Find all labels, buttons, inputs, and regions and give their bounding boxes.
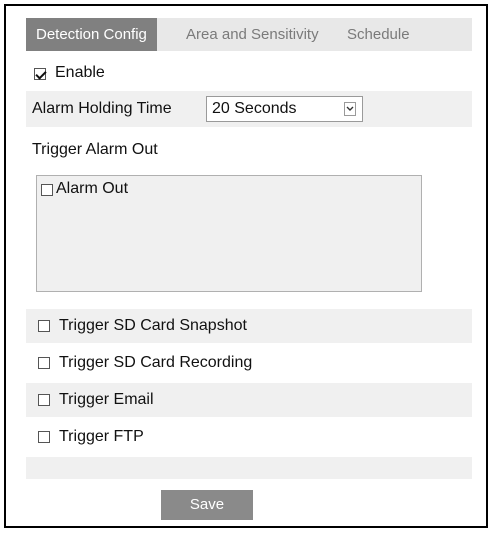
enable-label: Enable <box>55 64 105 81</box>
trigger-alarm-out-row: Trigger Alarm Out <box>26 136 472 164</box>
alarm-out-checkbox[interactable] <box>41 184 53 196</box>
save-button[interactable]: Save <box>161 490 253 520</box>
trigger-sd-recording-label: Trigger SD Card Recording <box>59 354 253 371</box>
tab-bar: Detection Config Area and Sensitivity Sc… <box>26 18 472 51</box>
trigger-email-row: Trigger Email <box>26 383 472 417</box>
alarm-holding-time-value: 20 Seconds <box>212 100 297 117</box>
trigger-email-label: Trigger Email <box>59 391 154 408</box>
tab-schedule[interactable]: Schedule <box>347 18 410 51</box>
trigger-email-checkbox[interactable] <box>38 394 50 406</box>
alarm-out-label: Alarm Out <box>56 180 129 197</box>
alarm-holding-time-select[interactable]: 20 Seconds <box>206 96 363 122</box>
chevron-down-icon[interactable] <box>344 102 356 116</box>
settings-panel: Detection Config Area and Sensitivity Sc… <box>4 4 488 528</box>
alarm-holding-time-row: Alarm Holding Time 20 Seconds <box>26 91 472 127</box>
trigger-sd-recording-checkbox[interactable] <box>38 357 50 369</box>
trigger-sd-snapshot-row: Trigger SD Card Snapshot <box>26 309 472 343</box>
alarm-out-list: Alarm Out <box>36 175 422 292</box>
footer-strip <box>26 457 472 479</box>
trigger-ftp-row: Trigger FTP <box>26 420 472 454</box>
trigger-sd-recording-row: Trigger SD Card Recording <box>26 346 472 380</box>
trigger-ftp-checkbox[interactable] <box>38 431 50 443</box>
tab-area-and-sensitivity[interactable]: Area and Sensitivity <box>186 18 319 51</box>
trigger-ftp-label: Trigger FTP <box>59 428 144 445</box>
enable-checkbox[interactable] <box>34 68 46 80</box>
trigger-alarm-out-heading: Trigger Alarm Out <box>32 141 158 158</box>
alarm-holding-time-label: Alarm Holding Time <box>32 100 172 117</box>
tab-detection-config[interactable]: Detection Config <box>26 18 157 51</box>
trigger-sd-snapshot-checkbox[interactable] <box>38 320 50 332</box>
trigger-sd-snapshot-label: Trigger SD Card Snapshot <box>59 317 247 334</box>
enable-row: Enable <box>26 58 472 88</box>
